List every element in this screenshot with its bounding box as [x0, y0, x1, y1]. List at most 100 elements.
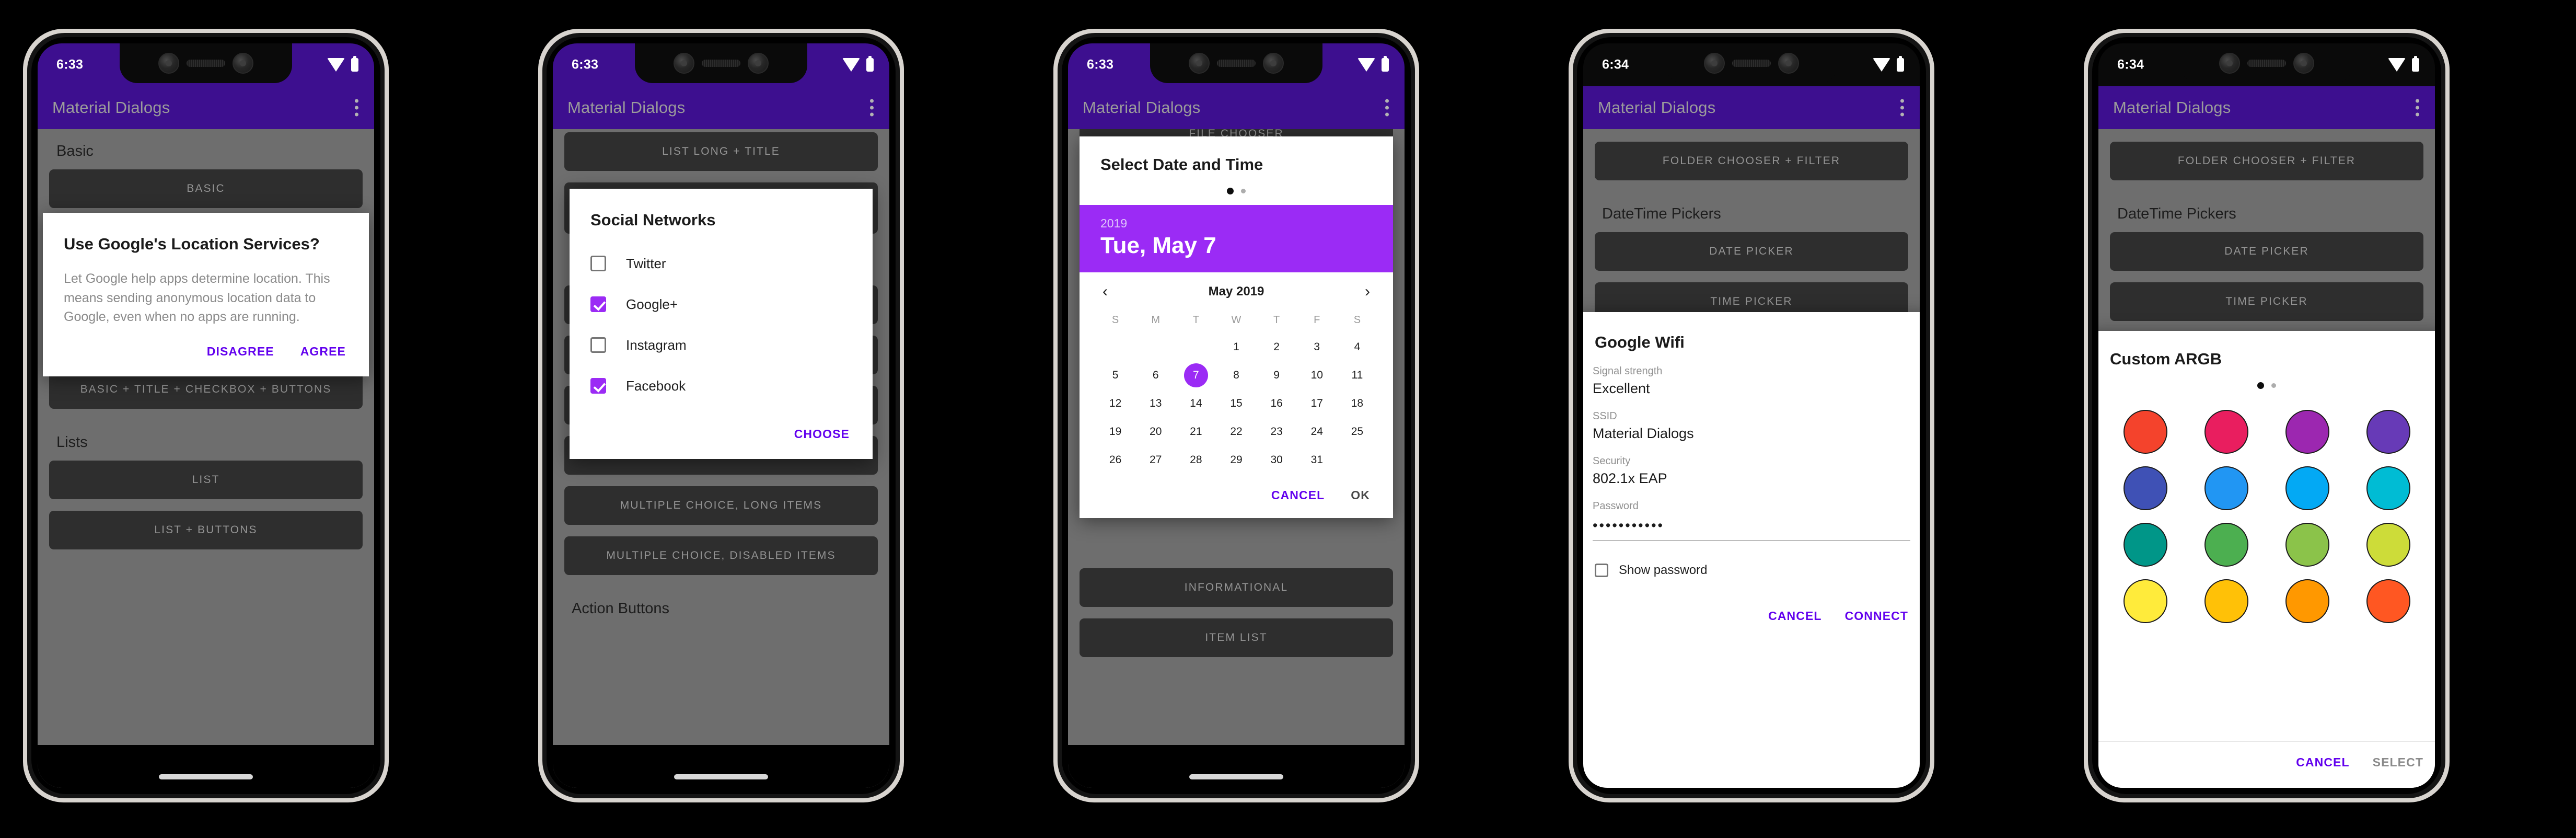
demo-button[interactable]: DATE PICKER [2110, 232, 2423, 271]
calendar-day[interactable]: 18 [1337, 390, 1377, 417]
selected-date[interactable]: Tue, May 7 [1100, 233, 1372, 259]
demo-button[interactable]: MULTIPLE CHOICE, LONG ITEMS [564, 486, 878, 525]
checkbox-row-facebook[interactable]: Facebook [570, 365, 873, 406]
calendar-day[interactable]: 11 [1337, 362, 1377, 389]
calendar-day[interactable]: 20 [1135, 418, 1176, 445]
demo-button[interactable]: BASIC [49, 169, 363, 208]
agree-button[interactable]: AGREE [300, 345, 346, 359]
ok-button[interactable]: OK [1351, 488, 1370, 502]
color-swatch[interactable] [2285, 466, 2329, 510]
calendar-day[interactable]: 10 [1297, 362, 1337, 389]
checkbox-unchecked-icon[interactable] [590, 256, 606, 271]
calendar-day[interactable]: 4 [1337, 334, 1377, 361]
calendar-day[interactable]: 5 [1095, 362, 1135, 389]
color-swatch[interactable] [2204, 410, 2248, 454]
demo-button[interactable]: MULTIPLE CHOICE, DISABLED ITEMS [564, 536, 878, 575]
selected-year[interactable]: 2019 [1100, 216, 1372, 231]
calendar-day[interactable]: 12 [1095, 390, 1135, 417]
demo-button[interactable]: INFORMATIONAL [1080, 568, 1393, 607]
overflow-menu-icon[interactable] [1385, 99, 1389, 117]
calendar-day[interactable]: 6 [1135, 362, 1176, 389]
field-password[interactable]: Password ••••••••••• [1583, 500, 1920, 534]
disagree-button[interactable]: DISAGREE [207, 345, 274, 359]
overflow-menu-icon[interactable] [1900, 99, 1904, 117]
password-input[interactable]: ••••••••••• [1593, 518, 1910, 534]
connect-button[interactable]: CONNECT [1845, 609, 1908, 623]
checkbox-unchecked-icon[interactable] [1595, 564, 1608, 577]
calendar-day[interactable]: 27 [1135, 446, 1176, 474]
calendar-day[interactable]: 9 [1257, 362, 1297, 389]
page-dot-inactive[interactable] [2271, 383, 2276, 388]
calendar-day[interactable]: 14 [1176, 390, 1216, 417]
calendar-day[interactable]: 15 [1216, 390, 1256, 417]
calendar-day[interactable]: 16 [1257, 390, 1297, 417]
scroll-content[interactable]: LIST LONG + TITLE LIST + TITLE + CHECKBO… [553, 129, 889, 788]
calendar-day[interactable]: 22 [1216, 418, 1256, 445]
color-swatch[interactable] [2366, 410, 2410, 454]
cancel-button[interactable]: CANCEL [1271, 488, 1325, 502]
scroll-content[interactable]: FOLDER CHOOSER + FILTER DateTime Pickers… [1583, 129, 1920, 788]
calendar-day[interactable]: 2 [1257, 334, 1297, 361]
overflow-menu-icon[interactable] [355, 99, 358, 117]
demo-button[interactable]: LIST LONG + TITLE [564, 132, 878, 171]
color-swatch-grid[interactable] [2098, 399, 2435, 629]
color-swatch[interactable] [2366, 523, 2410, 567]
calendar-day[interactable]: 31 [1297, 446, 1337, 474]
calendar-day[interactable]: 1 [1216, 334, 1256, 361]
color-swatch[interactable] [2285, 523, 2329, 567]
checkbox-row-twitter[interactable]: Twitter [570, 243, 873, 284]
chevron-left-icon[interactable]: ‹ [1103, 284, 1108, 300]
scroll-content[interactable]: FILE CHOOSER INFORMATIONAL ITEM LIST Sel… [1068, 129, 1405, 788]
color-swatch[interactable] [2285, 579, 2329, 623]
scroll-content[interactable]: Basic BASIC BASIC + TITLE BASIC + BUTTON… [38, 129, 374, 788]
calendar-day[interactable]: 13 [1135, 390, 1176, 417]
cancel-button[interactable]: CANCEL [1768, 609, 1821, 623]
calendar-day-selected[interactable]: 7 [1176, 362, 1216, 389]
calendar-grid[interactable]: S M T W T F S 1 2 3 4 5 6 7 8 9 10 11 12… [1080, 305, 1393, 479]
checkbox-row-instagram[interactable]: Instagram [570, 325, 873, 365]
calendar-day[interactable]: 26 [1095, 446, 1135, 474]
overflow-menu-icon[interactable] [2416, 99, 2419, 117]
select-button[interactable]: SELECT [2373, 755, 2423, 770]
cancel-button[interactable]: CANCEL [2296, 755, 2349, 770]
calendar-day[interactable]: 3 [1297, 334, 1337, 361]
calendar-day[interactable]: 25 [1337, 418, 1377, 445]
scroll-content[interactable]: FOLDER CHOOSER + FILTER DateTime Pickers… [2098, 129, 2435, 788]
checkbox-row-show-password[interactable]: Show password [1583, 550, 1920, 590]
chevron-right-icon[interactable]: › [1365, 284, 1370, 300]
calendar-day[interactable]: 8 [1216, 362, 1256, 389]
demo-button[interactable]: ITEM LIST [1080, 618, 1393, 657]
calendar-day[interactable]: 29 [1216, 446, 1256, 474]
demo-button[interactable]: DATE PICKER [1595, 232, 1908, 271]
demo-button[interactable]: FOLDER CHOOSER + FILTER [1595, 142, 1908, 180]
color-swatch[interactable] [2366, 579, 2410, 623]
color-swatch[interactable] [2204, 579, 2248, 623]
checkbox-checked-icon[interactable] [590, 296, 606, 312]
calendar-day[interactable]: 21 [1176, 418, 1216, 445]
color-swatch[interactable] [2204, 466, 2248, 510]
home-gesture-pill[interactable] [1189, 774, 1283, 779]
page-dot-active[interactable] [1227, 188, 1234, 194]
color-swatch[interactable] [2123, 523, 2167, 567]
calendar-day[interactable]: 24 [1297, 418, 1337, 445]
page-dot-active[interactable] [2257, 382, 2264, 389]
checkbox-checked-icon[interactable] [590, 378, 606, 394]
demo-button[interactable]: LIST + BUTTONS [49, 511, 363, 549]
overflow-menu-icon[interactable] [870, 99, 874, 117]
calendar-day[interactable]: 17 [1297, 390, 1337, 417]
color-swatch[interactable] [2204, 523, 2248, 567]
color-swatch[interactable] [2366, 466, 2410, 510]
calendar-day[interactable]: 28 [1176, 446, 1216, 474]
home-gesture-pill[interactable] [674, 774, 768, 779]
color-swatch[interactable] [2123, 579, 2167, 623]
color-swatch[interactable] [2123, 466, 2167, 510]
checkbox-row-googleplus[interactable]: Google+ [570, 284, 873, 325]
demo-button[interactable]: LIST [49, 461, 363, 499]
home-gesture-pill[interactable] [159, 774, 253, 779]
calendar-day[interactable]: 23 [1257, 418, 1297, 445]
page-dot-inactive[interactable] [1241, 189, 1246, 193]
choose-button[interactable]: CHOOSE [794, 427, 850, 441]
checkbox-unchecked-icon[interactable] [590, 337, 606, 353]
demo-button[interactable]: TIME PICKER [2110, 282, 2423, 321]
calendar-day[interactable]: 19 [1095, 418, 1135, 445]
